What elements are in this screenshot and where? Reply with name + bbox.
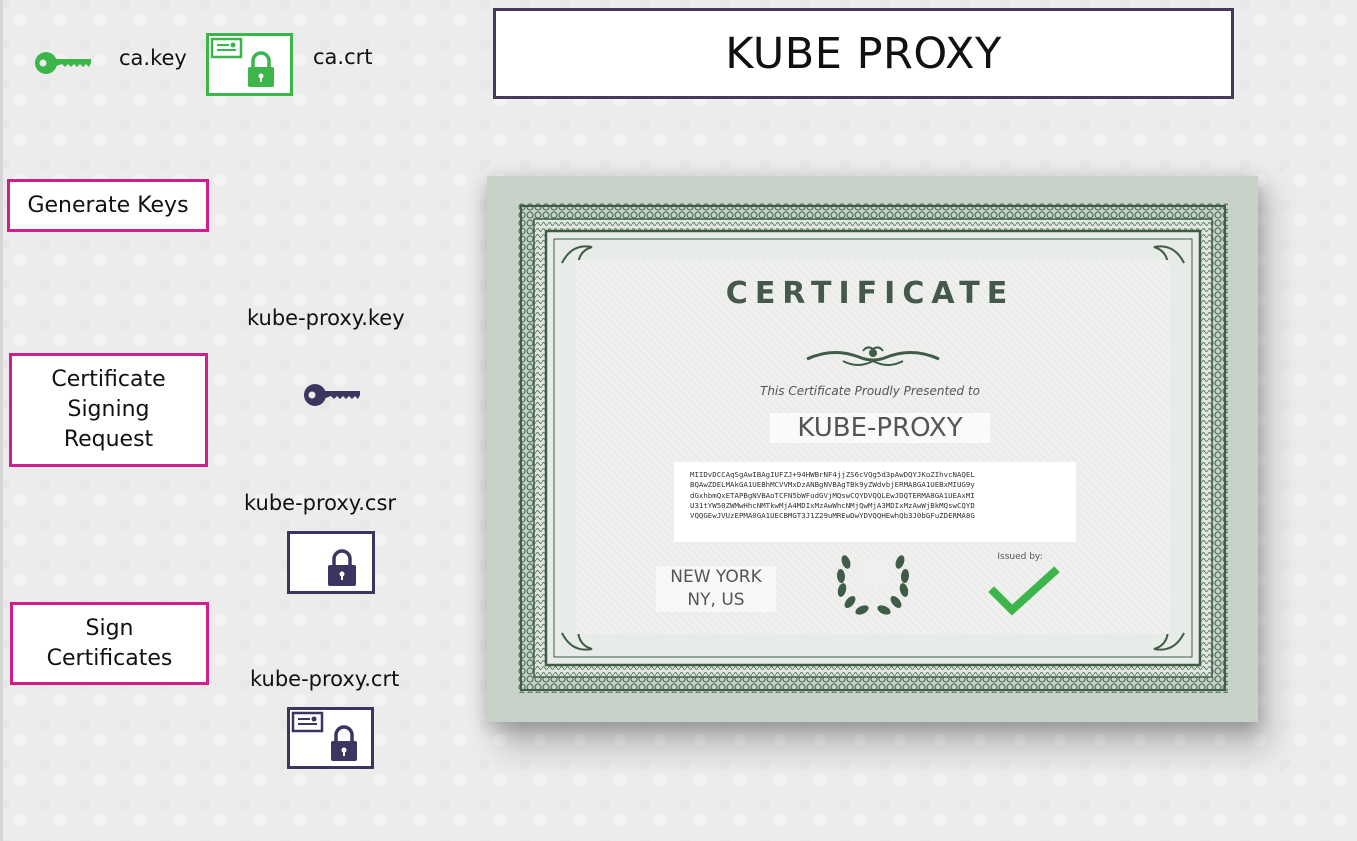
kube-proxy-key-icon bbox=[304, 384, 360, 406]
checkmark-icon bbox=[988, 566, 1060, 616]
certificate-data-block: MIIDvDCCAqSgAwIBAgIUFZJ+94HWBrNF4jjZS6cV… bbox=[674, 462, 1076, 542]
certificate-state: NY, US bbox=[687, 590, 745, 610]
certificate-city: NEW YORK bbox=[670, 567, 762, 587]
ornament-icon bbox=[806, 346, 940, 366]
kube-proxy-csr-label: kube-proxy.csr bbox=[244, 491, 397, 515]
step-generate-keys: Generate Keys bbox=[7, 179, 209, 232]
ca-crt-label: ca.crt bbox=[313, 45, 373, 69]
certificate-issued-by: Issued by: bbox=[997, 552, 1043, 562]
certificate-lock-icon bbox=[210, 37, 274, 87]
certificate-data-line: dGxhbmQxETAPBgNVBAoTCFN5bWFudGVjMQswCQYD… bbox=[690, 490, 975, 500]
laurel-wreath-icon bbox=[836, 555, 910, 615]
page-title: KUBE PROXY bbox=[493, 8, 1234, 99]
certificate-data-line: U31tYW50ZWMwHhcNMTkwMjA4MDIxMzAwWhcNMjQw… bbox=[690, 500, 975, 510]
ca-key-icon bbox=[35, 52, 91, 74]
step-csr-line3: Request bbox=[63, 427, 154, 452]
step-sign-line1: Sign bbox=[85, 615, 134, 641]
ca-cert-icon bbox=[206, 33, 293, 96]
certificate-heading: CERTIFICATE bbox=[725, 276, 1015, 311]
ca-key-label: ca.key bbox=[119, 46, 187, 70]
left-edge bbox=[0, 0, 3, 841]
kube-proxy-csr-icon bbox=[287, 531, 375, 594]
kube-proxy-crt-icon bbox=[287, 707, 374, 769]
step-certificate-signing-request: Certificate Signing Request bbox=[9, 353, 208, 467]
certificate-location: NEW YORK NY, US bbox=[656, 566, 776, 612]
step-generate-keys-label: Generate Keys bbox=[27, 192, 189, 218]
lock-icon bbox=[328, 549, 356, 586]
kube-proxy-key-label: kube-proxy.key bbox=[247, 306, 405, 330]
certificate-lock-icon bbox=[291, 711, 357, 761]
step-sign-line2: Certificates bbox=[46, 645, 173, 671]
certificate-data-line: VQQGEwJVUzEPMA0GA1UECBMGT3J1Z29uMREwDwYD… bbox=[690, 511, 975, 521]
certificate-data-line: BQAwZDELMAkGA1UEBhMCVVMxDzANBgNVBAgTBk9y… bbox=[690, 480, 975, 490]
certificate-subtitle: This Certificate Proudly Presented to bbox=[759, 384, 981, 398]
step-sign-certificates: Sign Certificates bbox=[10, 602, 209, 685]
kube-proxy-crt-label: kube-proxy.crt bbox=[250, 667, 400, 691]
step-csr-line1: Certificate bbox=[51, 367, 166, 392]
certificate-name: KUBE-PROXY bbox=[770, 413, 990, 443]
certificate-data-line: MIIDvDCCAqSgAwIBAgIUFZJ+94HWBrNF4jjZS6cV… bbox=[690, 470, 975, 479]
step-csr-line2: Signing bbox=[67, 397, 150, 422]
